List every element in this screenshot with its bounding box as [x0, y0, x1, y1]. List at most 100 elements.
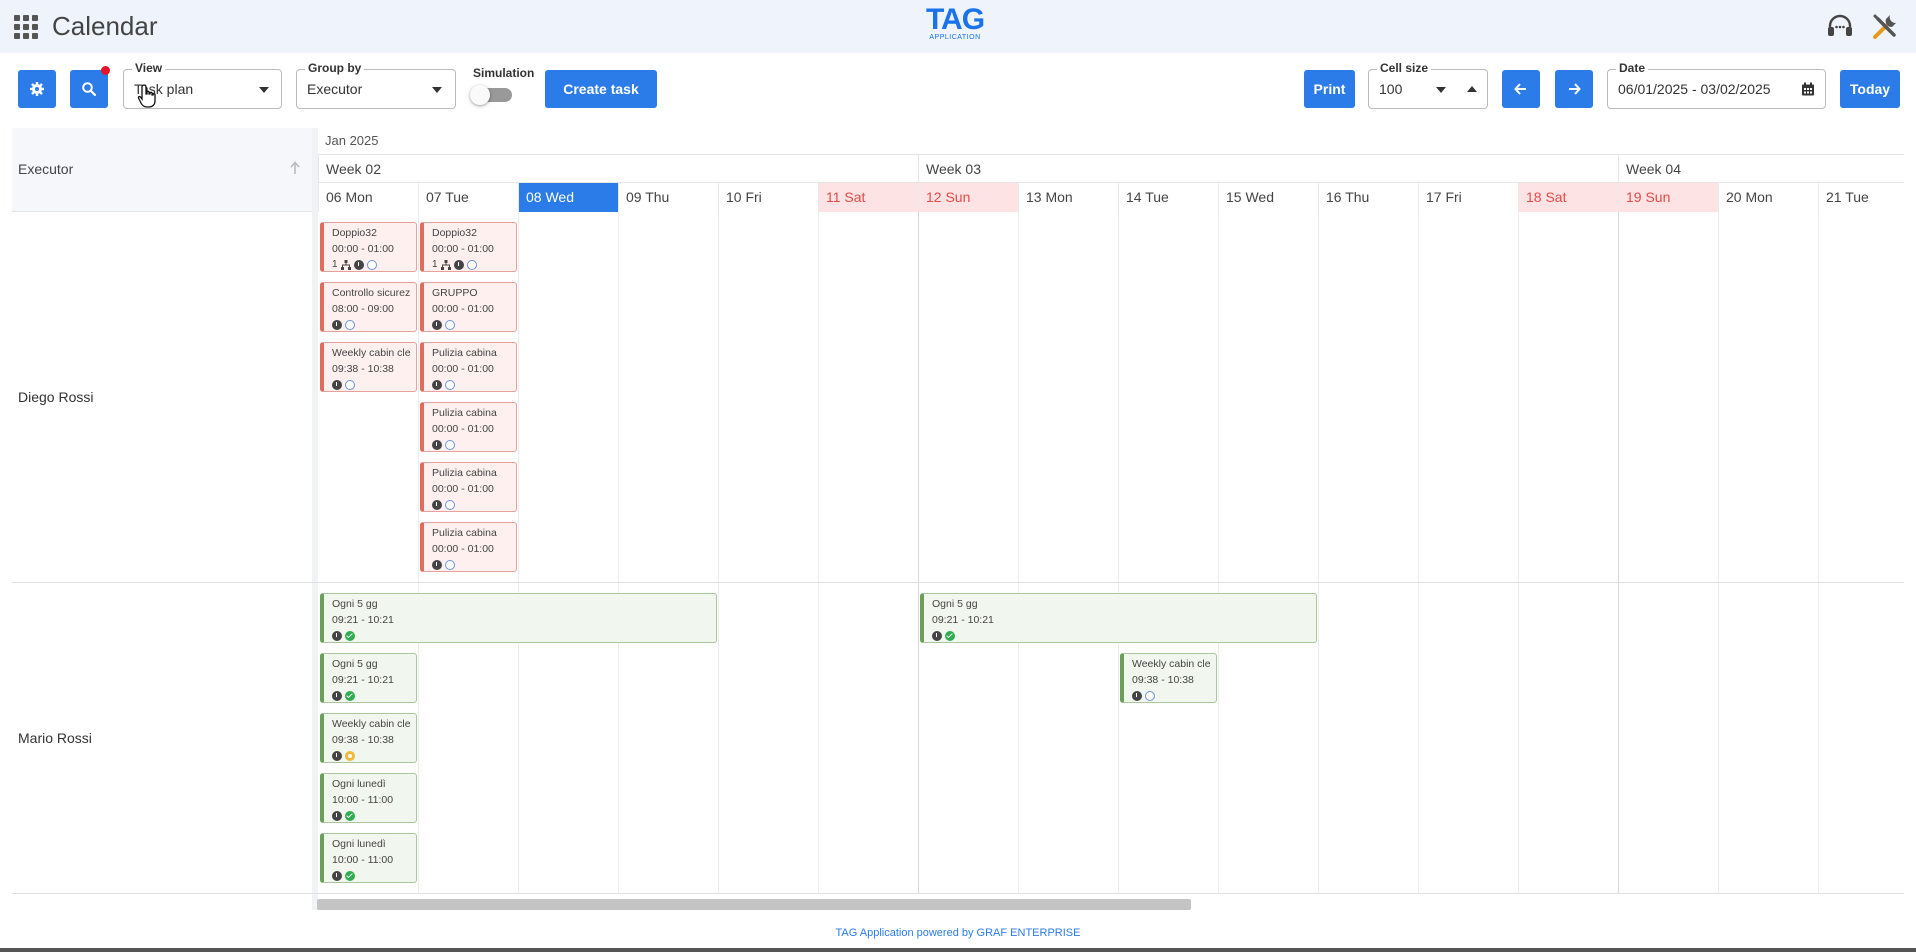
apps-grid-icon[interactable] — [14, 15, 38, 39]
day-header-cell[interactable]: 15 Wed — [1218, 183, 1318, 212]
task-card[interactable]: Weekly cabin cle 09:38 - 10:38 — [1120, 653, 1217, 703]
calendar-icon[interactable] — [1801, 82, 1815, 96]
day-header-cell[interactable]: 13 Mon — [1018, 183, 1118, 212]
date-range-field[interactable]: Date 06/01/2025 - 03/02/2025 — [1607, 61, 1826, 109]
calendar-grid: Executor Jan 2025 Week 02 Week 03 Week 0… — [12, 128, 1904, 910]
day-header-cell[interactable]: 20 Mon — [1718, 183, 1818, 212]
day-header-cell[interactable]: 07 Tue — [418, 183, 518, 212]
page-title: Calendar — [52, 11, 158, 41]
open-status-icon — [345, 380, 355, 390]
clock-icon — [432, 500, 442, 510]
tools-icon[interactable] — [1870, 13, 1900, 41]
day-header-cell[interactable]: 11 Sat — [818, 183, 918, 212]
task-title: Ogni lunedì — [332, 778, 386, 790]
task-status-icons — [332, 688, 416, 702]
task-title: Pulizia cabina — [432, 527, 497, 539]
task-card[interactable]: Pulizia cabina 00:00 - 01:00 — [420, 402, 517, 452]
day-header-cell[interactable]: 18 Sat — [1518, 183, 1618, 212]
task-title: Doppio32 — [332, 227, 377, 239]
chevron-down-icon — [432, 87, 442, 93]
clock-icon — [353, 260, 364, 270]
group-by-select[interactable]: Group by Executor — [296, 61, 456, 109]
task-status-icons — [332, 748, 416, 762]
cell-size-field[interactable]: Cell size 100 — [1368, 61, 1488, 109]
task-status-icons — [332, 808, 416, 822]
day-header-cell[interactable]: 17 Fri — [1418, 183, 1518, 212]
task-status-icons — [432, 317, 516, 331]
headset-icon[interactable] — [1825, 13, 1855, 41]
search-button[interactable] — [70, 66, 110, 108]
day-header-cell[interactable]: 14 Tue — [1118, 183, 1218, 212]
previous-button[interactable] — [1502, 70, 1540, 108]
task-card[interactable]: Doppio32 00:00 - 01:00 1 — [320, 222, 417, 272]
sort-arrow-icon[interactable] — [289, 160, 301, 176]
clock-icon — [332, 871, 342, 881]
clock-icon — [332, 811, 342, 821]
clock-icon — [432, 380, 442, 390]
executor-name: Mario Rossi — [18, 730, 92, 746]
task-card[interactable]: Weekly cabin cle 09:38 - 10:38 — [320, 342, 417, 392]
day-header-cell[interactable]: 09 Thu — [618, 183, 718, 212]
day-header-cell[interactable]: 16 Thu — [1318, 183, 1418, 212]
settings-button[interactable] — [18, 70, 56, 108]
increase-icon[interactable] — [1467, 86, 1477, 92]
executor-name: Diego Rossi — [18, 389, 94, 405]
completed-status-icon — [345, 631, 355, 641]
horizontal-scrollbar[interactable] — [317, 899, 1191, 910]
task-time: 00:00 - 01:00 — [432, 303, 494, 315]
task-title: Pulizia cabina — [432, 467, 497, 479]
task-card[interactable]: Ogni lunedì 10:00 - 11:00 — [320, 833, 417, 883]
completed-status-icon — [945, 631, 955, 641]
timeline-header: Jan 2025 Week 02 Week 03 Week 04 06 Mon 0… — [318, 128, 1904, 212]
decrease-icon[interactable] — [1436, 87, 1446, 93]
hierarchy-icon — [440, 260, 451, 270]
clock-icon — [453, 260, 464, 270]
simulation-toggle[interactable] — [470, 85, 512, 105]
print-button[interactable]: Print — [1304, 70, 1355, 108]
day-header-cell[interactable]: 08 Wed — [518, 183, 618, 212]
today-button[interactable]: Today — [1840, 70, 1900, 108]
cell-size-label: Cell size — [1377, 61, 1432, 75]
task-time: 09:21 - 10:21 — [332, 614, 394, 626]
clock-icon — [332, 380, 342, 390]
task-time: 09:21 - 10:21 — [932, 614, 994, 626]
chevron-down-icon — [259, 87, 269, 93]
executor-column-header[interactable]: Executor — [12, 128, 312, 212]
cell-size-value: 100 — [1379, 81, 1403, 97]
create-task-button[interactable]: Create task — [545, 70, 657, 108]
task-status-icons — [432, 377, 516, 391]
task-time: 09:21 - 10:21 — [332, 674, 394, 686]
task-time: 00:00 - 01:00 — [432, 363, 494, 375]
task-count: 1 — [432, 259, 438, 270]
task-card[interactable]: Pulizia cabina 00:00 - 01:00 — [420, 342, 517, 392]
task-time: 08:00 - 09:00 — [332, 303, 394, 315]
day-header-cell[interactable]: 19 Sun — [1618, 183, 1718, 212]
task-card[interactable]: Weekly cabin cle 09:38 - 10:38 — [320, 713, 417, 763]
task-card[interactable]: Pulizia cabina 00:00 - 01:00 — [420, 522, 517, 572]
pending-status-icon — [345, 751, 355, 761]
clock-icon — [332, 320, 342, 330]
task-card[interactable]: Pulizia cabina 00:00 - 01:00 — [420, 462, 517, 512]
task-card[interactable]: Ogni 5 gg 09:21 - 10:21 — [320, 653, 417, 703]
executor-row: Diego Rossi — [12, 212, 1904, 583]
task-card[interactable]: GRUPPO 00:00 - 01:00 — [420, 282, 517, 332]
task-card[interactable]: Controllo sicurez 08:00 - 09:00 — [320, 282, 417, 332]
date-label: Date — [1616, 61, 1649, 75]
task-status-icons — [932, 628, 1316, 642]
task-time: 10:00 - 11:00 — [332, 854, 394, 866]
group-by-label: Group by — [305, 61, 365, 75]
task-title: Ogni 5 gg — [932, 598, 978, 610]
task-status-icons: 1 — [332, 257, 416, 271]
day-header-cell[interactable]: 21 Tue — [1818, 183, 1916, 212]
day-header-cell[interactable]: 06 Mon — [318, 183, 418, 212]
next-button[interactable] — [1555, 70, 1593, 108]
task-time: 09:38 - 10:38 — [332, 734, 394, 746]
task-card[interactable]: Doppio32 00:00 - 01:00 1 — [420, 222, 517, 272]
task-card[interactable]: Ogni 5 gg 09:21 - 10:21 — [320, 593, 717, 643]
open-status-icon — [345, 320, 355, 330]
task-time: 00:00 - 01:00 — [432, 543, 494, 555]
day-header-cell[interactable]: 12 Sun — [918, 183, 1018, 212]
task-card[interactable]: Ogni lunedì 10:00 - 11:00 — [320, 773, 417, 823]
day-header-cell[interactable]: 10 Fri — [718, 183, 818, 212]
task-card[interactable]: Ogni 5 gg 09:21 - 10:21 — [920, 593, 1317, 643]
